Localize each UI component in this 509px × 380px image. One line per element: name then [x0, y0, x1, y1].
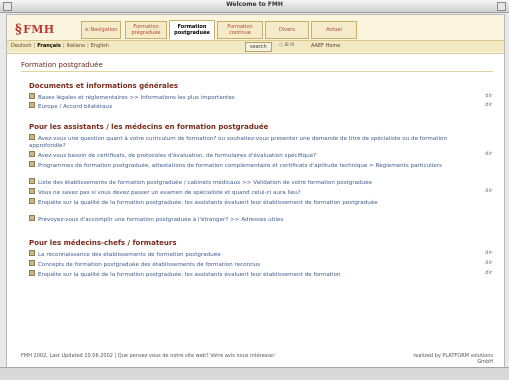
bullet-icon [29, 188, 35, 194]
list-item[interactable]: Liste des établissements de formation po… [29, 178, 479, 187]
page-content: §FMH ≡ Navigation Formation prégraduée F… [6, 14, 505, 379]
bullet-icon [29, 270, 35, 276]
dir-link[interactable]: dir [485, 260, 492, 266]
list-item[interactable]: Europe / Accord bilatéraux [29, 102, 479, 111]
title-bar: Welcome to FMH [0, 0, 509, 13]
language-links: Deutsch | Français | Italiano | English [11, 43, 109, 49]
footer-credit[interactable]: realized by PLATFORM solutions GmbH [413, 353, 493, 365]
tool-icons[interactable]: ◇ ⊞ ✉ [279, 42, 294, 48]
dir-link[interactable]: dir [485, 93, 492, 99]
bullet-icon [29, 93, 35, 99]
list-item[interactable]: Vous ne savez pas si vous devez passer u… [29, 188, 479, 197]
page-footer: FMH 2002, Last Updated 10.06.2002 | Que … [21, 353, 493, 365]
bullet-icon [29, 134, 35, 140]
status-bar [0, 367, 509, 380]
aaef-home-link[interactable]: AAEF Home [311, 43, 340, 49]
list-item[interactable]: Enquête sur la qualité de la formation p… [29, 198, 479, 207]
page-title: Formation postgraduée [21, 61, 103, 69]
bullet-icon [29, 250, 35, 256]
fmh-logo[interactable]: §FMH [15, 22, 54, 37]
tab-formation-postgraduee[interactable]: Formation postgraduée [169, 20, 215, 40]
lang-francais[interactable]: Français [37, 43, 61, 49]
browser-window: Welcome to FMH §FMH ≡ Navigation Formati… [0, 0, 509, 380]
dir-link[interactable]: dir [485, 102, 492, 108]
bullet-icon [29, 215, 35, 221]
bullet-icon [29, 151, 35, 157]
footer-text[interactable]: FMH 2002, Last Updated 10.06.2002 | Que … [21, 353, 275, 359]
zoom-window-icon[interactable] [497, 2, 506, 11]
search-button[interactable]: search [245, 42, 272, 52]
lang-italiano[interactable]: Italiano [67, 43, 86, 49]
tab-formation-pregraduee[interactable]: Formation prégraduée [125, 21, 167, 39]
list-item[interactable]: Prévoyez-vous d'accomplir une formation … [29, 215, 479, 224]
list-item[interactable]: La reconnaissance des établissements de … [29, 250, 479, 259]
list-item[interactable]: Enquête sur la qualité de la formation p… [29, 270, 479, 279]
window-title: Welcome to FMH [226, 1, 283, 8]
list-item[interactable]: Concepts de formation postgraduée des ét… [29, 260, 479, 269]
dir-link[interactable]: dir [485, 188, 492, 194]
tab-divers[interactable]: Divers [265, 21, 309, 39]
section-heading-chefs: Pour les médecins-chefs / formateurs [29, 239, 177, 247]
dir-link[interactable]: dir [485, 250, 492, 256]
bullet-icon [29, 161, 35, 167]
section-heading-assistants: Pour les assistants / les médecins en fo… [29, 123, 269, 131]
bullet-icon [29, 198, 35, 204]
bullet-icon [29, 260, 35, 266]
lang-deutsch[interactable]: Deutsch [11, 43, 32, 49]
tab-formation-continue[interactable]: Formation continue [217, 21, 263, 39]
bullet-icon [29, 102, 35, 108]
dir-link[interactable]: dir [485, 270, 492, 276]
language-bar: Deutsch | Français | Italiano | English search… [7, 40, 504, 52]
bullet-icon [29, 178, 35, 184]
dir-link[interactable]: dir [485, 151, 492, 157]
section-heading-documents: Documents et informations générales [29, 82, 179, 90]
site-header: §FMH ≡ Navigation Formation prégraduée F… [7, 15, 504, 54]
tab-navigation[interactable]: ≡ Navigation [81, 21, 121, 39]
list-item[interactable]: Bases légales et réglementaires >> Infor… [29, 93, 479, 102]
list-item[interactable]: Programmes de formation postgraduée, att… [29, 161, 479, 170]
tab-actuel[interactable]: Actuel [311, 21, 357, 39]
list-item[interactable]: Avez-vous une question quant à votre cur… [29, 134, 479, 150]
list-item[interactable]: Avez-vous besoin de certificats, de prot… [29, 151, 479, 160]
title-divider [21, 71, 493, 72]
lang-english[interactable]: English [91, 43, 109, 49]
